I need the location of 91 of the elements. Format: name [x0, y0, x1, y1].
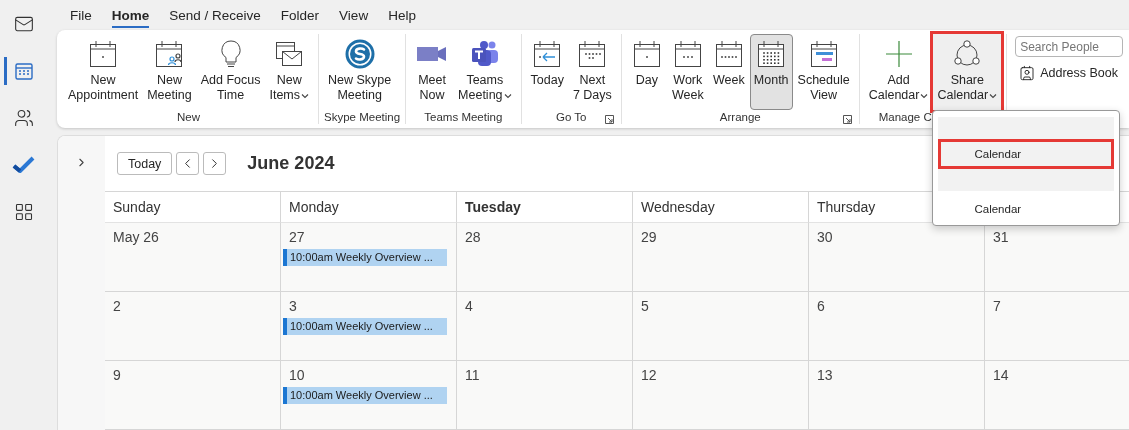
- share-button[interactable]: Share Calendar: [933, 34, 1002, 110]
- date-label: 31: [992, 229, 1010, 245]
- date-label: 30: [816, 229, 834, 245]
- focus-button[interactable]: Add Focus Time: [196, 34, 265, 110]
- calendar-event[interactable]: 10:00am Weekly Overview ...: [283, 249, 447, 266]
- month-button[interactable]: Month: [749, 34, 793, 110]
- date-label: May 26: [112, 229, 160, 245]
- teams-button[interactable]: Teams Meeting: [454, 34, 516, 110]
- group-label: Go To: [555, 111, 587, 123]
- weekday-header: Monday: [289, 199, 339, 215]
- date-label: 10: [288, 367, 306, 383]
- date-label: 9: [112, 367, 122, 383]
- day-cell[interactable]: 28: [457, 223, 633, 292]
- menu-item[interactable]: Calendar: [938, 139, 1115, 169]
- caret-icon: [503, 92, 512, 99]
- today-button[interactable]: Today: [526, 34, 568, 110]
- menu-tab[interactable]: Help: [378, 3, 426, 27]
- mail-icon: [14, 14, 34, 34]
- add-button[interactable]: Add Calendar: [864, 34, 933, 110]
- caret-icon: [301, 92, 309, 99]
- week-button[interactable]: Week: [708, 34, 749, 110]
- items-button[interactable]: New Items: [265, 34, 313, 110]
- group-label: New: [177, 111, 200, 123]
- date-label: 7: [992, 298, 1002, 314]
- day-cell[interactable]: 11: [457, 361, 633, 430]
- day-cell[interactable]: 7: [985, 292, 1129, 361]
- people-icon: [14, 108, 34, 128]
- weekday-header: Tuesday: [465, 199, 521, 215]
- video-button[interactable]: Meet Now: [411, 34, 454, 110]
- date-label: 5: [640, 298, 650, 314]
- launcher-icon[interactable]: [604, 115, 614, 124]
- day-cell[interactable]: 10 10:00am Weekly Overview ...: [281, 361, 457, 430]
- weekday-header: Wednesday: [641, 199, 715, 215]
- menu-tab[interactable]: Folder: [270, 3, 330, 27]
- weekday-header: Sunday: [113, 199, 161, 215]
- meeting-button[interactable]: New Meeting: [143, 34, 196, 110]
- day-cell[interactable]: 12: [633, 361, 809, 430]
- workweek-button[interactable]: Work Week: [667, 34, 708, 110]
- day-cell[interactable]: 31: [985, 223, 1129, 292]
- date-label: 29: [640, 229, 658, 245]
- launcher-icon[interactable]: [842, 115, 852, 124]
- menu-tab[interactable]: View: [329, 3, 379, 27]
- date-label: 3: [288, 298, 298, 314]
- address-book-icon: [1019, 65, 1036, 81]
- skype-button[interactable]: New Skype Meeting: [324, 34, 396, 110]
- day-cell[interactable]: 3 10:00am Weekly Overview ...: [281, 292, 457, 361]
- caret-icon: [920, 92, 929, 99]
- group-label: Skype Meeting: [324, 111, 401, 123]
- date-label: 4: [464, 298, 474, 314]
- day-cell[interactable]: 30: [809, 223, 985, 292]
- day-cell[interactable]: 27 10:00am Weekly Overview ...: [281, 223, 457, 292]
- date-label: 12: [640, 367, 658, 383]
- calendar-icon: [14, 61, 34, 81]
- day-cell[interactable]: 9: [105, 361, 281, 430]
- skype-icon: [343, 38, 376, 70]
- day-cell[interactable]: 6: [809, 292, 985, 361]
- day-cell[interactable]: 2: [105, 292, 281, 361]
- group-label: Manage C: [878, 111, 932, 123]
- day-button[interactable]: Day: [626, 34, 667, 110]
- date-label: 27: [288, 229, 306, 245]
- day-cell[interactable]: 13: [809, 361, 985, 430]
- day-cell[interactable]: 5: [633, 292, 809, 361]
- today-button[interactable]: Today: [117, 152, 173, 175]
- menu-tab[interactable]: File: [60, 3, 102, 27]
- menu-tab[interactable]: Send / Receive: [159, 3, 271, 27]
- calendar-event[interactable]: 10:00am Weekly Overview ...: [283, 387, 447, 404]
- calendar-event[interactable]: 10:00am Weekly Overview ...: [283, 318, 447, 335]
- search-field[interactable]: Search People: [1015, 36, 1124, 57]
- checkmark-icon: [12, 155, 36, 175]
- day-cell[interactable]: 4: [457, 292, 633, 361]
- menu-tab[interactable]: Home: [101, 3, 160, 27]
- month-title: June 2024: [247, 153, 335, 174]
- date-label: 13: [816, 367, 834, 383]
- menu-item[interactable]: Calendar: [938, 191, 1115, 223]
- day-cell[interactable]: 14: [985, 361, 1129, 430]
- date-label: 2: [112, 298, 122, 314]
- date-label: 6: [816, 298, 826, 314]
- next-button[interactable]: Next 7 Days: [568, 34, 616, 110]
- date-label: 28: [464, 229, 482, 245]
- day-cell[interactable]: May 26: [105, 223, 281, 292]
- weekday-header: Thursday: [817, 199, 876, 215]
- day-cell[interactable]: 29: [633, 223, 809, 292]
- apps-icon: [14, 202, 34, 222]
- date-label: 11: [464, 367, 481, 383]
- schedule-button[interactable]: Schedule View: [793, 34, 854, 110]
- caret-icon: [989, 92, 998, 99]
- date-label: 14: [992, 367, 1010, 383]
- appointment-button[interactable]: New Appointment: [64, 34, 143, 110]
- group-label: Teams Meeting: [424, 111, 503, 123]
- group-label: Arrange: [719, 111, 761, 123]
- address-book-button[interactable]: Address Book: [1015, 65, 1124, 81]
